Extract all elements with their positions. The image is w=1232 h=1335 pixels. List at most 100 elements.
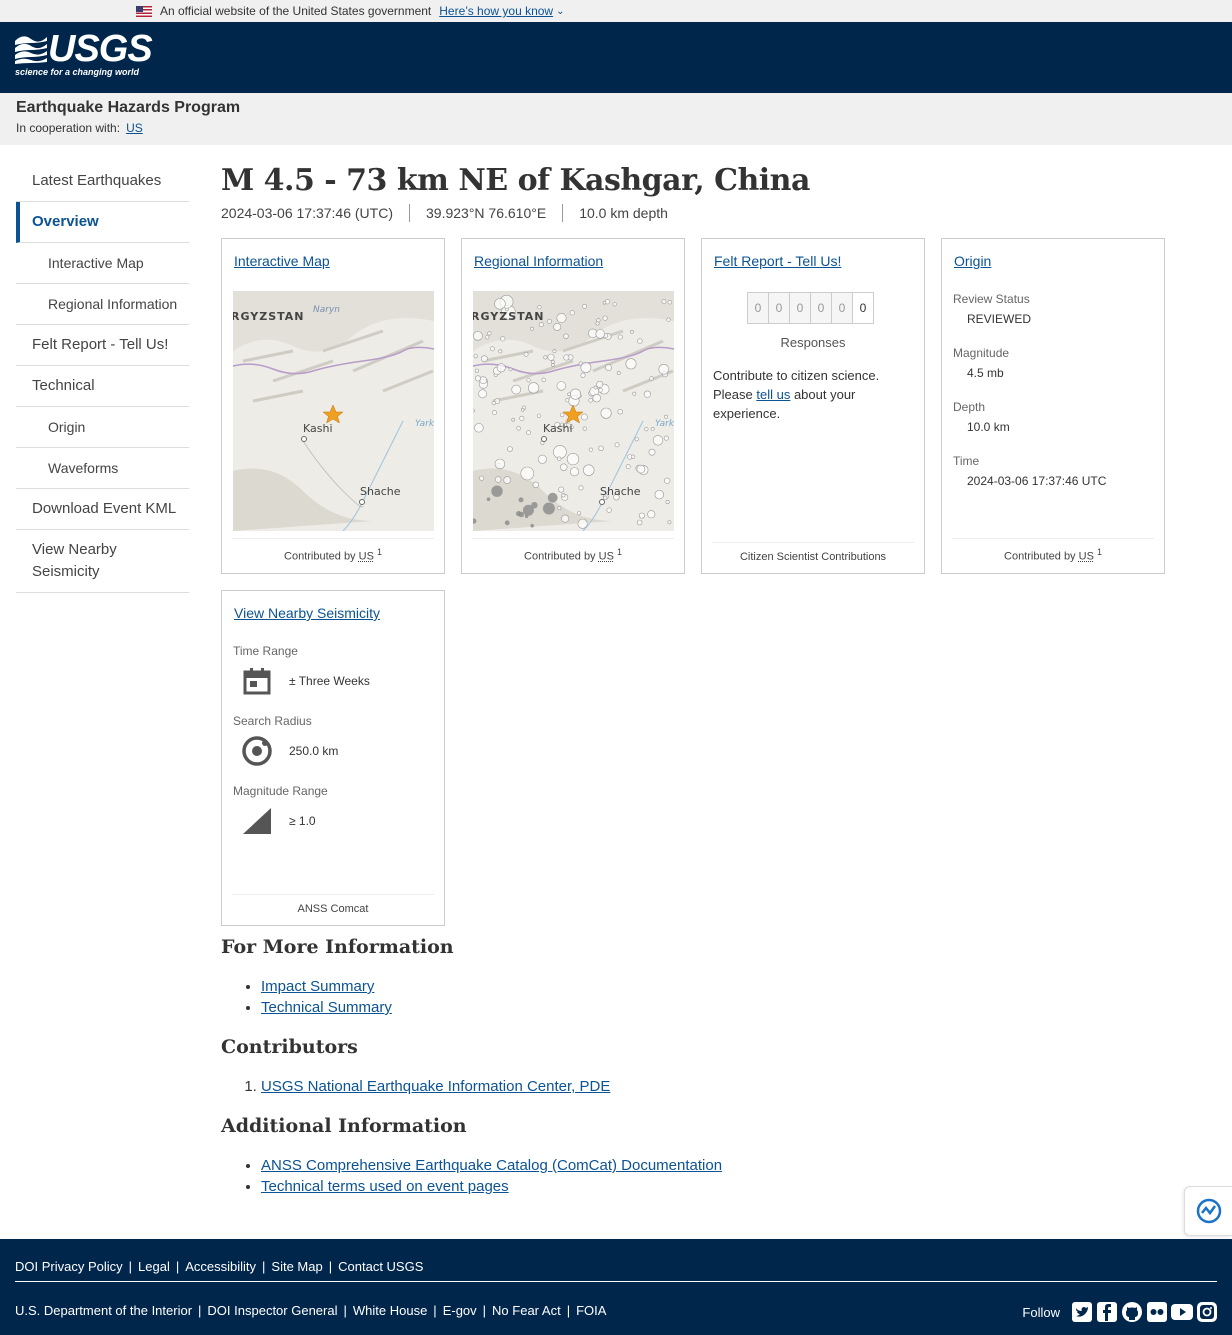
github-icon[interactable]	[1121, 1301, 1143, 1323]
sidebar-item-regional-information[interactable]: Regional Information	[16, 284, 189, 325]
youtube-icon[interactable]	[1171, 1301, 1193, 1323]
earthquake-marker	[588, 447, 593, 452]
nearby-seismicity-card[interactable]: View Nearby Seismicity Time Range ± Thre…	[221, 590, 445, 926]
comcat-docs-link[interactable]: ANSS Comprehensive Earthquake Catalog (C…	[261, 1157, 722, 1174]
calendar-icon	[233, 663, 281, 699]
sidebar-item-download-kml[interactable]: Download Event KML	[16, 489, 189, 530]
regional-information-card[interactable]: Regional Information RGYZSTAN Kashi Shac…	[461, 238, 685, 574]
magnitude-value: 4.5 mb	[967, 366, 1004, 380]
earthquake-marker	[511, 417, 516, 422]
felt-report-link[interactable]: Felt Report - Tell Us!	[714, 253, 841, 269]
interactive-map-thumbnail[interactable]: RGYZSTAN Naryn Kashi Shache Yark	[233, 291, 434, 531]
facebook-icon[interactable]	[1096, 1301, 1118, 1323]
impact-summary-link[interactable]: Impact Summary	[261, 978, 374, 995]
contributor-link[interactable]: USGS National Earthquake Information Cen…	[261, 1078, 610, 1095]
footer-link[interactable]: FOIA	[576, 1303, 606, 1318]
earthquake-marker	[654, 489, 665, 500]
chevron-down-icon[interactable]: ⌄	[556, 6, 564, 17]
earthquake-marker	[542, 502, 555, 515]
sidebar-item-waveforms[interactable]: Waveforms	[16, 448, 189, 489]
earthquake-marker	[625, 464, 631, 470]
earthquake-marker	[474, 423, 484, 433]
gov-banner: An official website of the United States…	[0, 0, 1232, 22]
technical-terms-link[interactable]: Technical terms used on event pages	[261, 1178, 509, 1195]
regional-map-thumbnail[interactable]: RGYZSTAN Kashi Shache Yark	[473, 291, 674, 531]
page-title: M 4.5 - 73 km NE of Kashgar, China	[221, 163, 810, 198]
review-status-label: Review Status	[953, 292, 1030, 306]
nearby-seismicity-link[interactable]: View Nearby Seismicity	[234, 605, 380, 621]
site-footer: DOI Privacy Policy | Legal | Accessibility | S…	[0, 1239, 1232, 1335]
earthquake-marker	[563, 333, 569, 339]
earthquake-marker	[523, 351, 529, 357]
footer-link[interactable]: U.S. Department of the Interior	[15, 1303, 192, 1318]
map-label-country: RGYZSTAN	[473, 310, 545, 323]
counter-digit: 0	[789, 292, 811, 324]
origin-link[interactable]: Origin	[954, 253, 991, 269]
interactive-map-link[interactable]: Interactive Map	[234, 253, 330, 269]
heres-how-you-know-link[interactable]: Here’s how you know	[439, 4, 553, 18]
counter-digit: 0	[747, 292, 769, 324]
earthquake-marker	[551, 363, 555, 367]
sidebar-item-origin[interactable]: Origin	[16, 407, 189, 448]
origin-details: Review Status REVIEWED Magnitude 4.5 mb …	[953, 292, 1106, 508]
footer-link[interactable]: DOI Inspector General	[207, 1303, 337, 1318]
usgs-logo[interactable]: USGS science for a changing world	[14, 28, 153, 83]
earthquake-marker	[500, 336, 506, 342]
flickr-icon[interactable]	[1146, 1301, 1168, 1323]
earthquake-marker	[543, 355, 548, 360]
counter-digit: 0	[831, 292, 853, 324]
more-info-section: For More Information Impact Summary Tech…	[221, 936, 1211, 1018]
tell-us-link[interactable]: tell us	[756, 387, 790, 402]
interactive-map-card[interactable]: Interactive Map RGYZSTAN Naryn Kashi Sha…	[221, 238, 445, 574]
earthquake-marker	[577, 511, 582, 516]
earthquake-marker	[577, 518, 588, 529]
footer-link[interactable]: Contact USGS	[338, 1259, 423, 1274]
cooperation-link-us[interactable]: US	[126, 121, 143, 135]
felt-report-card[interactable]: Felt Report - Tell Us! 0 0 0 0 0 0 Respo…	[701, 238, 925, 574]
sidebar-item-nearby-seismicity[interactable]: View Nearby Seismicity	[16, 530, 189, 593]
earthquake-marker	[530, 326, 534, 331]
earthquake-marker	[605, 364, 612, 371]
sidebar-item-latest-earthquakes[interactable]: Latest Earthquakes	[16, 161, 189, 202]
sidebar-item-technical[interactable]: Technical	[16, 366, 189, 407]
feedback-button[interactable]	[1184, 1186, 1232, 1236]
earthquake-marker	[537, 454, 547, 464]
instagram-icon[interactable]	[1196, 1301, 1218, 1323]
list-item: USGS National Earthquake Information Cen…	[261, 1076, 1211, 1097]
earthquake-marker	[644, 427, 649, 432]
felt-description: Contribute to citizen science. Please te…	[713, 366, 894, 423]
earthquake-marker	[530, 523, 535, 528]
event-time: 2024-03-06 17:37:46 (UTC)	[221, 205, 393, 221]
footer-link[interactable]: Site Map	[271, 1259, 322, 1274]
earthquake-marker	[612, 302, 617, 307]
footer-link[interactable]: DOI Privacy Policy	[15, 1259, 123, 1274]
earthquake-marker	[526, 430, 531, 436]
earthquake-marker	[664, 477, 671, 484]
card-footer: Contributed by US 1	[952, 538, 1154, 563]
footer-link[interactable]: No Fear Act	[492, 1303, 561, 1318]
time-range-label: Time Range	[233, 644, 298, 658]
earthquake-marker	[473, 518, 477, 524]
sidebar-item-overview[interactable]: Overview	[16, 202, 189, 243]
regional-information-link[interactable]: Regional Information	[474, 253, 603, 269]
earthquake-marker	[617, 334, 623, 340]
twitter-icon[interactable]	[1071, 1301, 1093, 1323]
contributors-list: USGS National Earthquake Information Cen…	[261, 1076, 1211, 1097]
earthquake-marker	[666, 317, 671, 322]
footer-link[interactable]: E-gov	[443, 1303, 477, 1318]
more-info-list: Impact Summary Technical Summary	[261, 976, 1211, 1018]
meta-divider	[562, 204, 564, 222]
sidebar-item-felt-report[interactable]: Felt Report - Tell Us!	[16, 325, 189, 366]
program-title[interactable]: Earthquake Hazards Program	[16, 99, 1216, 117]
technical-summary-link[interactable]: Technical Summary	[261, 999, 392, 1016]
earthquake-marker	[556, 381, 567, 391]
main-content: M 4.5 - 73 km NE of Kashgar, China 2024-…	[221, 163, 1211, 1215]
footer-link[interactable]: Legal	[138, 1259, 170, 1274]
map-label-city-shache: Shache	[360, 485, 401, 498]
earthquake-marker	[520, 466, 535, 481]
sidebar-item-interactive-map[interactable]: Interactive Map	[16, 243, 189, 284]
origin-card[interactable]: Origin Review Status REVIEWED Magnitude …	[941, 238, 1165, 574]
earthquake-marker	[473, 408, 475, 413]
footer-link[interactable]: Accessibility	[185, 1259, 256, 1274]
footer-link[interactable]: White House	[353, 1303, 427, 1318]
